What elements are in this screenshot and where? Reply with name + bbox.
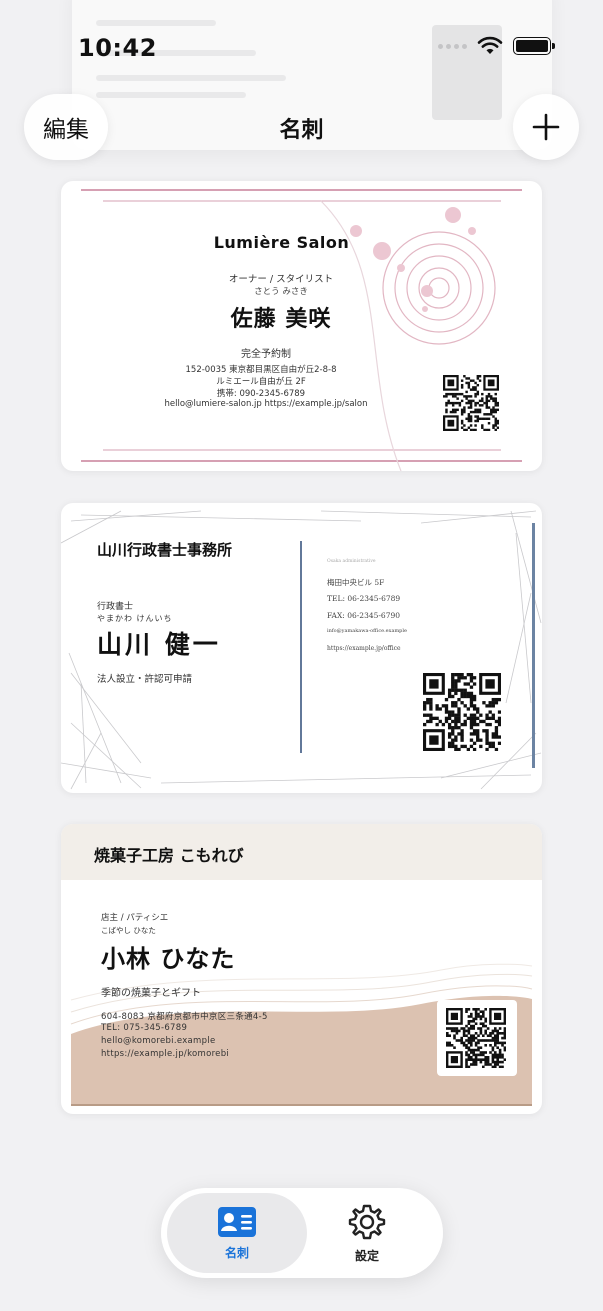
card-name: 小林 ひなた xyxy=(101,945,236,973)
card-address-building: ルミエール自由が丘 2F xyxy=(216,377,306,387)
business-card-yamakawa[interactable]: 山川行政書士事務所 行政書士 やまかわ けんいち 山川 健一 法人設立・許認可申… xyxy=(61,503,542,793)
card-name: 山川 健一 xyxy=(97,630,221,659)
card-phone: 携帯: 090-2345-6789 xyxy=(216,389,306,399)
card-url: https://example.jp/office xyxy=(327,645,401,652)
card-small-line: Osaka administrative xyxy=(327,559,376,564)
card-contact: hello@lumiere-salon.jp https://example.j… xyxy=(164,399,368,409)
qr-code-icon xyxy=(443,375,499,431)
card-building: 梅田中央ビル 5F xyxy=(327,578,385,587)
card-url: https://example.jp/komorebi xyxy=(101,1049,230,1059)
card-name-kana: やまかわ けんいち xyxy=(97,614,173,623)
card-category: 季節の焼菓子とギフト xyxy=(101,988,201,999)
add-card-button[interactable] xyxy=(513,94,579,160)
card-brand: Lumière Salon xyxy=(213,233,350,252)
card-name-kana: こばやし ひなた xyxy=(101,926,156,935)
gear-icon xyxy=(348,1204,386,1239)
card-tagline: 完全予約制 xyxy=(241,349,291,360)
tab-label: 設定 xyxy=(354,1248,379,1263)
card-name: 佐藤 美咲 xyxy=(230,307,332,332)
wifi-icon xyxy=(477,36,503,54)
plus-icon xyxy=(532,113,560,141)
card-address: 152-0035 東京都目黒区自由が丘2-8-8 xyxy=(185,365,337,375)
tab-settings[interactable]: 設定 xyxy=(297,1193,437,1273)
battery-icon xyxy=(513,37,555,55)
card-tel: TEL: 06-2345-6789 xyxy=(327,594,401,603)
card-role: 店主 / パティシエ xyxy=(101,913,169,923)
qr-code-icon xyxy=(446,1008,506,1068)
card-service: 法人設立・許認可申請 xyxy=(97,674,193,685)
card-email: info@yamakawa-office.example xyxy=(327,628,407,634)
status-time: 10:42 xyxy=(78,34,157,62)
business-card-lumiere[interactable]: Lumière Salon オーナー / スタイリスト さとう みさき 佐藤 美… xyxy=(61,181,542,471)
contact-card-icon xyxy=(218,1206,256,1237)
card-fax: FAX: 06-2345-6790 xyxy=(327,611,401,620)
card-name-kana: さとう みさき xyxy=(254,287,308,297)
card-role: オーナー / スタイリスト xyxy=(228,274,334,285)
business-card-komorebi[interactable]: 焼菓子工房 こもれび 店主 / パティシエ こばやし ひなた 小林 ひなた 季節… xyxy=(61,824,542,1114)
tab-label: 名刺 xyxy=(224,1245,249,1260)
qr-code-icon xyxy=(423,673,501,751)
tab-bar: 名刺 設定 xyxy=(161,1188,443,1278)
card-shop: 焼菓子工房 こもれび xyxy=(94,846,244,865)
card-email: hello@komorebi.example xyxy=(101,1036,216,1046)
cellular-icon xyxy=(438,43,467,49)
card-office: 山川行政書士事務所 xyxy=(97,541,233,559)
tab-cards[interactable]: 名刺 xyxy=(167,1193,307,1273)
status-indicators xyxy=(438,36,555,56)
card-tel: TEL: 075-345-6789 xyxy=(101,1023,188,1033)
card-role: 行政書士 xyxy=(97,602,134,612)
card-address: 604-8083 京都府京都市中京区三条通4-5 xyxy=(101,1012,268,1022)
